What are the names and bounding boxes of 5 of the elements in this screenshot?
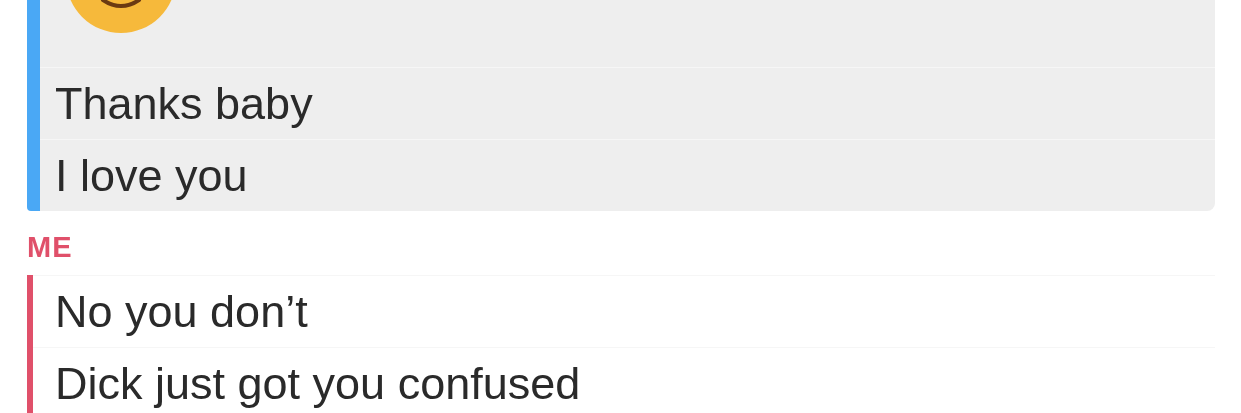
message-text: No you don’t: [55, 289, 308, 334]
message-text: Dick just got you confused: [55, 361, 581, 406]
sender-name: ME: [27, 231, 73, 263]
message-text: Thanks baby: [55, 81, 313, 126]
message-text: I love you: [55, 153, 248, 198]
